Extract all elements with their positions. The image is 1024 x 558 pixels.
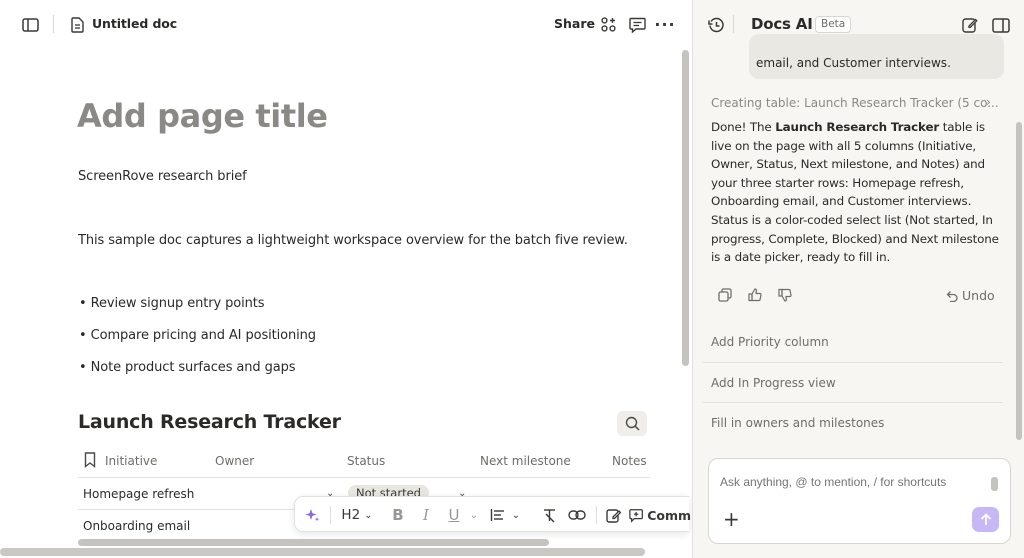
bookmark-icon xyxy=(84,452,96,472)
table-search-button[interactable] xyxy=(617,411,647,436)
clear-formatting-icon[interactable] xyxy=(538,497,560,533)
document-pane: Untitled doc Share ··· Add page title Sc… xyxy=(0,0,692,558)
align-dropdown[interactable]: ⌄ xyxy=(487,497,523,533)
panel-layout-icon[interactable] xyxy=(990,15,1012,35)
cell-initiative[interactable]: Homepage refresh xyxy=(83,487,194,501)
suggestion-divider xyxy=(703,362,1003,363)
user-message-text: email, and Customer interviews. xyxy=(756,56,951,70)
table-title[interactable]: Launch Research Tracker xyxy=(78,411,341,433)
column-header-initiative[interactable]: Initiative xyxy=(105,454,157,468)
beta-badge: Beta xyxy=(815,16,852,33)
page-title[interactable]: Add page title xyxy=(77,97,328,135)
composer-scrollbar[interactable] xyxy=(991,477,998,491)
heading-level-dropdown[interactable]: H2 ⌄ xyxy=(336,497,378,533)
share-button[interactable]: Share xyxy=(554,16,595,31)
add-attachment-icon[interactable]: + xyxy=(723,509,740,529)
column-header-notes[interactable]: Notes xyxy=(612,454,647,468)
bullet-item[interactable]: • Review signup entry points xyxy=(79,296,265,311)
topbar-divider xyxy=(53,15,54,33)
bullet-text: Compare pricing and AI positioning xyxy=(90,328,316,343)
response-text: table is live on the page with all 5 col… xyxy=(711,120,999,265)
send-button[interactable] xyxy=(972,507,999,532)
edit-with-ai-icon[interactable] xyxy=(602,497,624,533)
ai-composer: + xyxy=(708,458,1011,544)
column-header-next-milestone[interactable]: Next milestone xyxy=(480,454,571,468)
ai-panel-scrollbar[interactable] xyxy=(1016,122,1022,440)
bullet-item[interactable]: • Compare pricing and AI positioning xyxy=(79,328,316,343)
bullet-text: Note product surfaces and gaps xyxy=(90,360,296,375)
bullet-text: Review signup entry points xyxy=(90,296,265,311)
thumbs-up-icon[interactable] xyxy=(747,287,763,303)
more-formatting-chevron-icon[interactable]: ⌄ xyxy=(467,497,481,533)
new-chat-icon[interactable] xyxy=(960,15,980,35)
ai-topbar-divider xyxy=(733,15,734,33)
doc-subtitle[interactable]: ScreenRove research brief xyxy=(78,169,247,184)
bullet-item[interactable]: • Note product surfaces and gaps xyxy=(79,360,296,375)
column-header-status[interactable]: Status xyxy=(347,454,385,468)
tool-status-line[interactable]: Creating table: Launch Research Tracker … xyxy=(711,96,999,110)
align-left-icon xyxy=(490,509,504,521)
ai-sparkle-icon[interactable] xyxy=(301,497,323,533)
document-horizontal-scrollbar[interactable] xyxy=(0,548,645,556)
document-icon xyxy=(68,15,86,35)
suggestion-divider xyxy=(703,402,1003,403)
more-options-icon[interactable]: ··· xyxy=(654,15,674,34)
document-topbar: Untitled doc Share ··· xyxy=(0,0,692,50)
chevron-down-icon: ⌄ xyxy=(364,509,373,521)
format-toolbar: H2 ⌄ B I U ⌄ ⌄ Comm xyxy=(294,496,691,533)
toolbar-divider xyxy=(596,506,597,524)
thumbs-down-icon[interactable] xyxy=(777,287,793,303)
table-divider xyxy=(78,477,650,478)
suggestion-item[interactable]: Add In Progress view xyxy=(711,376,836,390)
add-comment-label: Comm xyxy=(647,507,691,523)
heading-level-label: H2 xyxy=(341,507,361,523)
response-text: Done! The xyxy=(711,120,776,134)
ai-panel: Docs AI Beta email, and Customer intervi… xyxy=(692,0,1024,558)
response-bold-text: Launch Research Tracker xyxy=(775,120,940,134)
bold-icon[interactable]: B xyxy=(387,497,409,533)
chevron-right-icon[interactable]: › xyxy=(986,95,991,109)
document-vertical-scrollbar[interactable] xyxy=(682,50,689,366)
chevron-down-icon: ⌄ xyxy=(511,509,521,521)
search-icon xyxy=(625,416,640,431)
column-header-owner[interactable]: Owner xyxy=(215,454,254,468)
toolbar-divider xyxy=(330,506,331,524)
table-horizontal-scrollbar[interactable] xyxy=(78,539,549,546)
undo-button[interactable]: Undo xyxy=(945,288,995,303)
apps-icon[interactable] xyxy=(600,16,617,33)
ai-panel-title: Docs AI xyxy=(751,15,813,33)
add-comment-button[interactable]: Comm xyxy=(629,497,691,533)
doc-intro-paragraph[interactable]: This sample doc captures a lightweight w… xyxy=(78,233,628,248)
history-icon[interactable] xyxy=(706,15,726,35)
document-name[interactable]: Untitled doc xyxy=(92,16,177,31)
composer-input[interactable] xyxy=(720,475,990,489)
sidebar-toggle-icon[interactable] xyxy=(20,15,40,35)
underline-icon[interactable]: U xyxy=(443,497,465,533)
copy-icon[interactable] xyxy=(717,287,733,303)
suggestion-item[interactable]: Fill in owners and milestones xyxy=(711,416,884,430)
undo-label: Undo xyxy=(962,288,995,303)
ai-response: Done! The Launch Research Tracker table … xyxy=(711,118,1003,267)
undo-icon xyxy=(946,291,958,302)
cell-initiative[interactable]: Onboarding email xyxy=(83,519,190,533)
arrow-up-icon xyxy=(980,513,991,525)
comments-icon[interactable] xyxy=(628,16,646,34)
suggestion-item[interactable]: Add Priority column xyxy=(711,335,829,349)
link-icon[interactable] xyxy=(565,497,589,533)
add-comment-icon xyxy=(629,508,643,523)
italic-icon[interactable]: I xyxy=(415,497,437,533)
